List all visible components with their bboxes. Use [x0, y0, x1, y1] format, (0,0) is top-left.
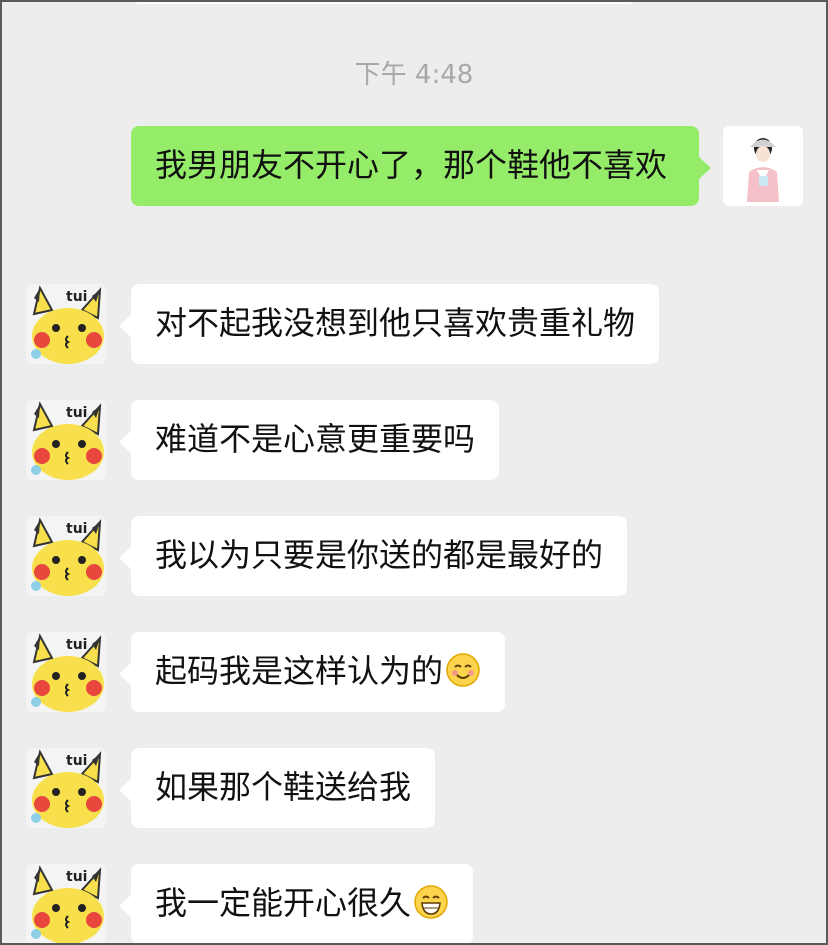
message-text: 我以为只要是你送的都是最好的 [155, 536, 604, 574]
grinning-emoji-icon [414, 885, 448, 919]
pikachu-avatar[interactable]: tui [26, 864, 106, 943]
other-message-bubble[interactable]: 我一定能开心很久 [118, 864, 474, 943]
message-text: 难道不是心意更重要吗 [155, 420, 476, 458]
other-message-bubble[interactable]: 对不起我没想到他只喜欢贵重礼物 [118, 284, 660, 364]
other-message-bubble[interactable]: 如果那个鞋送给我 [118, 748, 436, 828]
self-message-bubble[interactable]: 我男朋友不开心了，那个鞋他不喜欢 [131, 126, 711, 206]
pikachu-avatar[interactable]: tui [26, 632, 106, 712]
girl-avatar-icon [723, 126, 803, 206]
other-message-bubble[interactable]: 我以为只要是你送的都是最好的 [118, 516, 628, 596]
message-text: 我男朋友不开心了，那个鞋他不喜欢 [155, 146, 668, 184]
pikachu-sticker-icon: tui [26, 284, 106, 364]
sticker-text: tui [66, 521, 87, 537]
pikachu-sticker-icon: tui [26, 632, 106, 712]
sticker-text: tui [66, 869, 87, 885]
pikachu-avatar[interactable]: tui [26, 516, 106, 596]
self-avatar[interactable] [723, 126, 803, 206]
smiling-blush-emoji-icon [446, 653, 480, 687]
chat-window: 下午 4:48 我男朋友不开心了，那个鞋他不喜欢 tui 对不起我没想到他只喜欢… [0, 0, 828, 945]
sticker-text: tui [66, 405, 87, 421]
pikachu-avatar[interactable]: tui [26, 400, 106, 480]
pikachu-sticker-icon: tui [26, 516, 106, 596]
pikachu-avatar[interactable]: tui [26, 748, 106, 828]
message-text: 对不起我没想到他只喜欢贵重礼物 [155, 304, 636, 342]
sticker-text: tui [66, 753, 87, 769]
sticker-text: tui [66, 289, 87, 305]
pikachu-sticker-icon: tui [26, 400, 106, 480]
previous-message-bubble[interactable] [134, 2, 634, 4]
other-message-bubble[interactable]: 难道不是心意更重要吗 [118, 400, 500, 480]
message-text: 起码我是这样认为的 [155, 652, 444, 690]
message-timestamp: 下午 4:48 [354, 60, 474, 90]
message-text: 如果那个鞋送给我 [155, 768, 412, 806]
sticker-text: tui [66, 637, 87, 653]
pikachu-sticker-icon: tui [26, 748, 106, 828]
pikachu-sticker-icon: tui [26, 864, 106, 943]
message-text: 我一定能开心很久 [155, 884, 412, 922]
other-message-bubble[interactable]: 起码我是这样认为的 [118, 632, 506, 712]
pikachu-avatar[interactable]: tui [26, 284, 106, 364]
